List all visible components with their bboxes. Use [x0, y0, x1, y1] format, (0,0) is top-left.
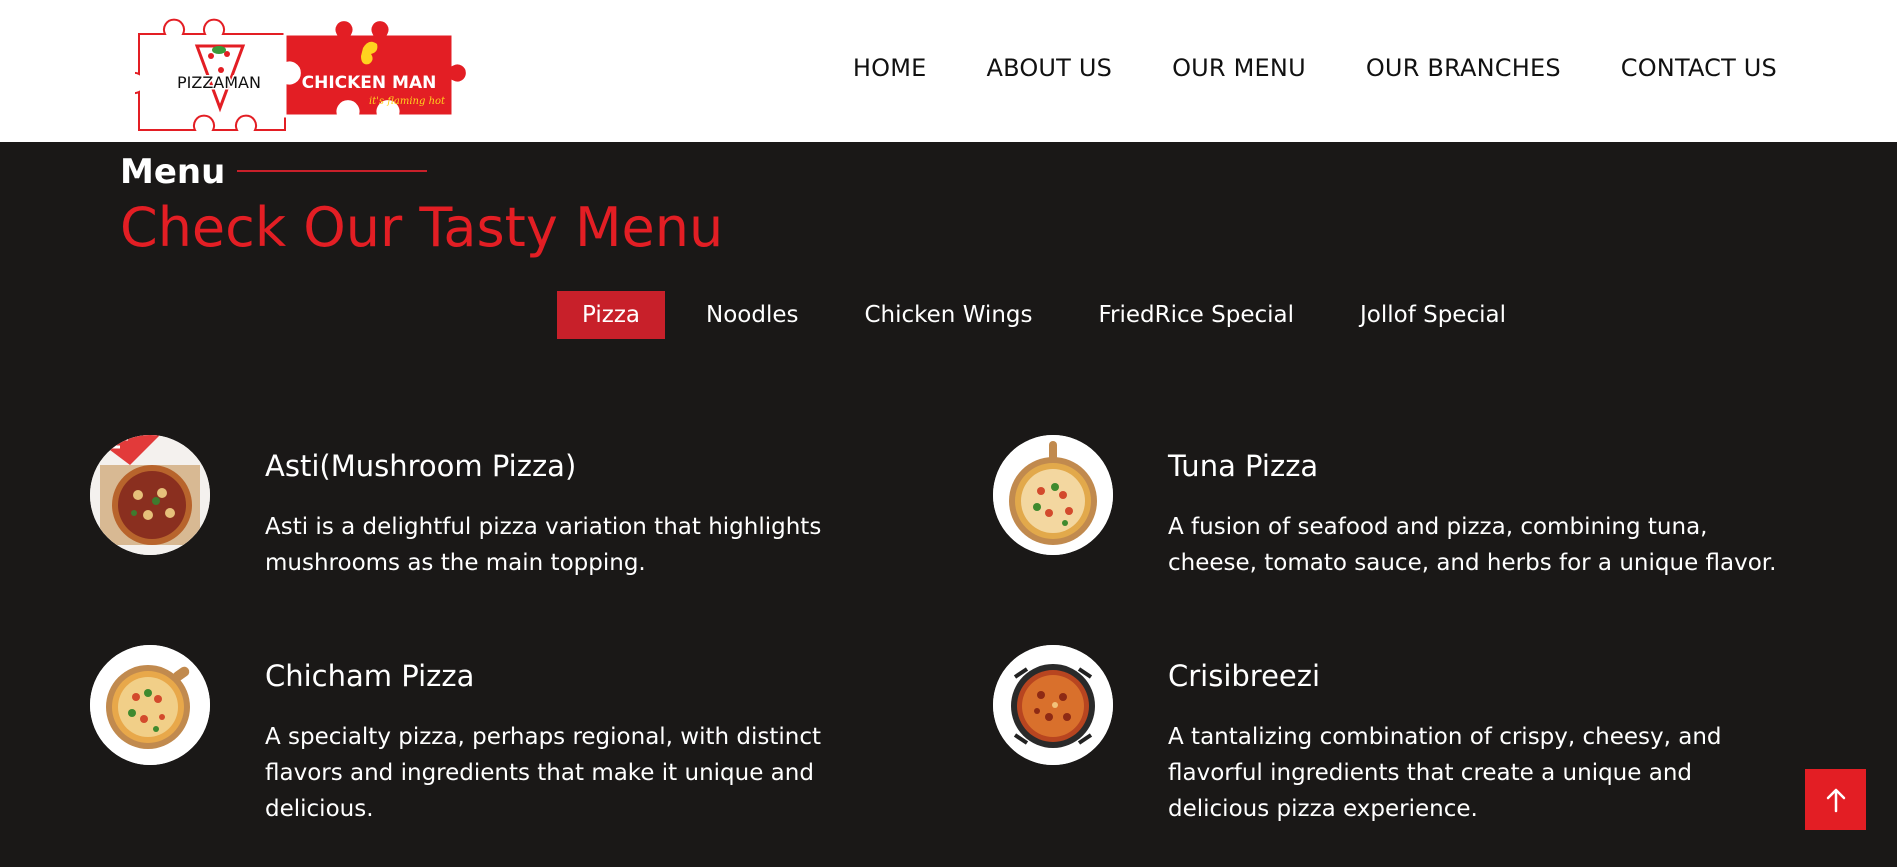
- menu-item-description: A tantalizing combination of crispy, che…: [1168, 724, 1722, 822]
- menu-item-description: Asti is a delightful pizza variation tha…: [265, 514, 822, 576]
- menu-item: Asti(Mushroom Pizza) Asti is a delightfu…: [90, 435, 910, 576]
- nav-about-us[interactable]: ABOUT US: [986, 54, 1112, 82]
- section-title: Check Our Tasty Menu: [120, 196, 724, 259]
- pizza-image: [90, 435, 210, 555]
- menu-item: Chicham Pizza A specialty pizza, perhaps…: [90, 645, 910, 822]
- section-subtitle: Menu: [120, 152, 226, 192]
- brand-logo[interactable]: PIZZAMAN CHICKEN MAN it's flaming hot: [135, 12, 475, 156]
- chickenman-logo-text: CHICKEN MAN: [302, 73, 437, 93]
- menu-item-name: Crisibreezi: [1168, 659, 1321, 693]
- menu-item-name: Tuna Pizza: [1168, 449, 1319, 483]
- arrow-up-icon: [1826, 788, 1845, 812]
- menu-item-description: A specialty pizza, perhaps regional, wit…: [265, 724, 822, 822]
- section-divider: [237, 170, 427, 172]
- pizzaman-logo: PIZZAMAN: [135, 18, 301, 131]
- menu-tabs: Pizza Noodles Chicken Wings FriedRice Sp…: [557, 291, 1547, 339]
- scroll-to-top-button[interactable]: [1805, 769, 1866, 830]
- nav-home[interactable]: HOME: [853, 54, 927, 82]
- nav-our-menu[interactable]: OUR MENU: [1172, 54, 1306, 82]
- tab-jollof-special[interactable]: Jollof Special: [1335, 291, 1531, 339]
- menu-item: Tuna Pizza A fusion of seafood and pizza…: [993, 435, 1813, 576]
- main-nav: HOME ABOUT US OUR MENU OUR BRANCHES CONT…: [853, 54, 1777, 82]
- site-header: PIZZAMAN CHICKEN MAN it's flaming hot HO…: [0, 0, 1897, 142]
- pizza-image: [993, 435, 1113, 555]
- tab-noodles[interactable]: Noodles: [681, 291, 823, 339]
- chickenman-logo: CHICKEN MAN it's flaming hot: [283, 18, 469, 118]
- nav-contact-us[interactable]: CONTACT US: [1621, 54, 1777, 82]
- tab-chicken-wings[interactable]: Chicken Wings: [839, 291, 1057, 339]
- tab-pizza[interactable]: Pizza: [557, 291, 665, 339]
- chickenman-tagline: it's flaming hot: [369, 96, 446, 107]
- tab-friedrice-special[interactable]: FriedRice Special: [1073, 291, 1319, 339]
- nav-our-branches[interactable]: OUR BRANCHES: [1366, 54, 1561, 82]
- menu-item-name: Asti(Mushroom Pizza): [265, 449, 577, 483]
- pizza-image: [90, 645, 210, 765]
- menu-item: Crisibreezi A tantalizing combination of…: [993, 645, 1813, 822]
- pizza-image: [993, 645, 1113, 765]
- pizzaman-logo-text: PIZZAMAN: [177, 73, 261, 92]
- menu-item-name: Chicham Pizza: [265, 659, 475, 693]
- menu-item-description: A fusion of seafood and pizza, combining…: [1168, 514, 1777, 576]
